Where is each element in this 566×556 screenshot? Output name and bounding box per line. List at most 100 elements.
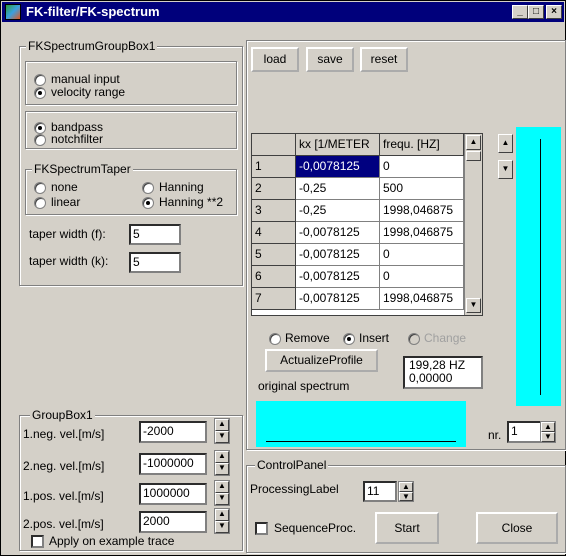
spin-down-icon[interactable]: ▼: [399, 491, 413, 501]
minimize-button[interactable]: _: [512, 5, 528, 19]
row-header[interactable]: 1: [252, 156, 296, 178]
table-cell-freq[interactable]: 1998,046875: [380, 200, 464, 222]
neg-vel-2-spinner[interactable]: ▲ ▼: [214, 450, 230, 476]
remove-radio[interactable]: [269, 333, 281, 345]
bandpass-radio[interactable]: [34, 122, 46, 134]
pos-vel-2-spinner[interactable]: ▲ ▼: [214, 508, 230, 534]
pos-vel-1-label: 1.pos. vel.[m/s]: [23, 489, 104, 503]
side-down-arrow-icon[interactable]: ▼: [498, 160, 513, 179]
taper-width-f-input[interactable]: 5: [129, 224, 181, 245]
taper-width-k-input[interactable]: 5: [129, 252, 181, 273]
taper-none-radio[interactable]: [34, 182, 46, 194]
row-header[interactable]: 7: [252, 288, 296, 310]
table-cell-freq[interactable]: 1998,046875: [380, 288, 464, 310]
pos-vel-2-input[interactable]: 2000: [139, 511, 207, 533]
table-vertical-scrollbar[interactable]: ▲ ▼: [464, 134, 482, 315]
spin-down-icon[interactable]: ▼: [215, 431, 229, 443]
spin-up-icon[interactable]: ▲: [399, 482, 413, 492]
neg-vel-1-input[interactable]: -2000: [139, 421, 207, 443]
spin-up-icon[interactable]: ▲: [215, 419, 229, 431]
table-cell-freq[interactable]: 1998,046875: [380, 222, 464, 244]
pos-vel-1-input[interactable]: 1000000: [139, 483, 207, 505]
spin-down-icon[interactable]: ▼: [541, 432, 555, 442]
vertical-profile-display: [516, 127, 561, 406]
scroll-up-icon[interactable]: ▲: [466, 135, 481, 150]
load-button[interactable]: load: [251, 47, 299, 72]
velocity-group-legend: GroupBox1: [30, 408, 95, 422]
maximize-button[interactable]: □: [528, 5, 544, 19]
start-button[interactable]: Start: [375, 512, 439, 544]
table-cell-kx[interactable]: -0,0078125: [296, 266, 380, 288]
manual-input-label: manual input: [51, 72, 120, 86]
table-cell-kx[interactable]: -0,0078125: [296, 222, 380, 244]
notchfilter-radio[interactable]: [34, 134, 46, 146]
table-cell-kx[interactable]: -0,0078125: [296, 288, 380, 310]
readout-value: 0,00000: [409, 371, 453, 385]
close-button[interactable]: Close: [476, 512, 558, 544]
taper-none-label: none: [51, 180, 78, 194]
horizontal-spectrum-line: [266, 441, 456, 442]
table-cell-kx[interactable]: -0,25: [296, 178, 380, 200]
control-panel-legend: ControlPanel: [255, 458, 329, 472]
velocity-range-label: velocity range: [51, 85, 126, 99]
pos-vel-2-label: 2.pos. vel.[m/s]: [23, 517, 104, 531]
pos-vel-1-spinner[interactable]: ▲ ▼: [214, 480, 230, 506]
table-corner: [252, 134, 296, 156]
spin-up-icon[interactable]: ▲: [541, 422, 555, 432]
table-cell-freq[interactable]: 0: [380, 244, 464, 266]
spin-down-icon[interactable]: ▼: [215, 493, 229, 505]
spin-down-icon[interactable]: ▼: [215, 521, 229, 533]
spin-up-icon[interactable]: ▲: [215, 509, 229, 521]
taper-hanning-label: Hanning: [159, 180, 204, 194]
processing-spinner[interactable]: ▲ ▼: [398, 481, 414, 502]
spin-up-icon[interactable]: ▲: [215, 451, 229, 463]
column-header-freq[interactable]: frequ. [HZ]: [380, 134, 464, 156]
sequence-proc-label: SequenceProc.: [274, 521, 357, 535]
apply-example-checkbox[interactable]: [31, 535, 44, 548]
fk-spectrum-group-legend: FKSpectrumGroupBox1: [26, 39, 158, 53]
scroll-thumb[interactable]: [466, 151, 481, 161]
processing-input[interactable]: 11: [363, 481, 397, 502]
row-header[interactable]: 4: [252, 222, 296, 244]
insert-radio[interactable]: [343, 333, 355, 345]
row-header[interactable]: 6: [252, 266, 296, 288]
sequence-proc-checkbox[interactable]: [255, 522, 268, 535]
remove-label: Remove: [285, 331, 330, 345]
spin-up-icon[interactable]: ▲: [215, 481, 229, 493]
taper-hanning2-radio[interactable]: [142, 197, 154, 209]
taper-hanning-radio[interactable]: [142, 182, 154, 194]
change-radio[interactable]: [408, 333, 420, 345]
profile-table[interactable]: kx [1/METER frequ. [HZ] 1 -0,0078125 0 2…: [251, 133, 483, 316]
nr-spinner[interactable]: ▲ ▼: [540, 421, 556, 443]
notchfilter-label: notchfilter: [51, 132, 104, 146]
change-label: Change: [424, 331, 467, 345]
fk-filter-window: FK-filter/FK-spectrum _ □ × FKSpectrumGr…: [0, 0, 566, 556]
row-header[interactable]: 2: [252, 178, 296, 200]
close-window-button[interactable]: ×: [546, 5, 562, 19]
table-cell-kx[interactable]: -0,0078125: [296, 244, 380, 266]
spin-down-icon[interactable]: ▼: [215, 463, 229, 475]
table-cell-freq[interactable]: 0: [380, 156, 464, 178]
velocity-range-radio[interactable]: [34, 87, 46, 99]
title-bar[interactable]: FK-filter/FK-spectrum _ □ ×: [2, 2, 564, 22]
readout-box: 199,28 HZ 0,00000: [403, 356, 483, 389]
table-cell-freq[interactable]: 500: [380, 178, 464, 200]
table-cell-kx[interactable]: -0,0078125: [296, 156, 380, 178]
save-button[interactable]: save: [306, 47, 354, 72]
taper-linear-radio[interactable]: [34, 197, 46, 209]
row-header[interactable]: 5: [252, 244, 296, 266]
reset-button[interactable]: reset: [360, 47, 408, 72]
scroll-down-icon[interactable]: ▼: [466, 298, 481, 313]
table-cell-kx[interactable]: -0,25: [296, 200, 380, 222]
column-header-kx[interactable]: kx [1/METER: [296, 134, 380, 156]
neg-vel-1-spinner[interactable]: ▲ ▼: [214, 418, 230, 444]
actualize-profile-button[interactable]: ActualizeProfile: [265, 349, 378, 372]
table-cell-freq[interactable]: 0: [380, 266, 464, 288]
app-icon: [5, 4, 21, 20]
row-header[interactable]: 3: [252, 200, 296, 222]
insert-label: Insert: [359, 331, 390, 345]
side-up-arrow-icon[interactable]: ▲: [498, 134, 513, 153]
nr-label: nr.: [488, 428, 502, 442]
neg-vel-2-input[interactable]: -1000000: [139, 453, 207, 475]
manual-input-radio[interactable]: [34, 74, 46, 86]
